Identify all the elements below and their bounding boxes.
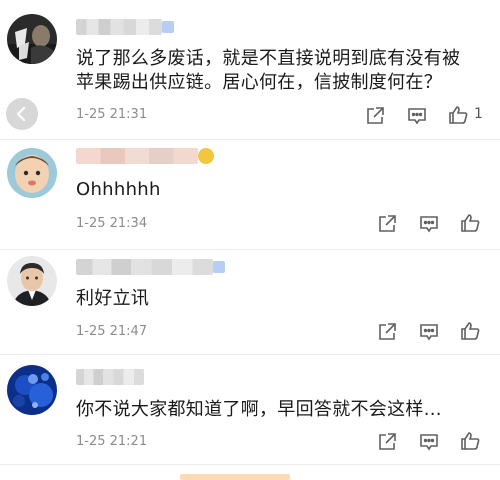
comment-time: 1-25 21:31 xyxy=(76,107,148,122)
share-icon[interactable] xyxy=(376,213,398,235)
share-icon[interactable] xyxy=(376,431,398,453)
like-count: 1 xyxy=(474,106,483,122)
comment-time: 1-25 21:21 xyxy=(76,434,148,449)
username[interactable] xyxy=(76,369,144,385)
comment-item: 说了那么多废话，就是不直接说明到底有没有被苹果踢出供应链。居心何在，信披制度何在… xyxy=(0,0,500,140)
comment-icon[interactable] xyxy=(418,213,440,235)
comment-time: 1-25 21:47 xyxy=(76,324,148,339)
user-badge xyxy=(162,21,174,33)
thumbs-up-icon[interactable] xyxy=(447,104,469,126)
comment-icon[interactable] xyxy=(418,321,440,343)
comment-time: 1-25 21:34 xyxy=(76,216,148,231)
username[interactable] xyxy=(76,19,174,35)
comment-icon[interactable] xyxy=(406,105,428,127)
chevron-left-icon xyxy=(16,106,26,122)
comment-text: 你不说大家都知道了啊，早回答就不会这样... xyxy=(76,399,442,420)
back-button[interactable] xyxy=(6,98,38,130)
comment-item: Ohhhhhh 1-25 21:34 xyxy=(0,140,500,250)
thumbs-up-icon[interactable] xyxy=(459,212,481,234)
load-more-peek[interactable] xyxy=(180,474,290,480)
comment-text: 说了那么多废话，就是不直接说明到底有没有被苹果踢出供应链。居心何在，信披制度何在… xyxy=(76,48,461,93)
user-badge xyxy=(213,261,225,273)
comment-item: 你不说大家都知道了啊，早回答就不会这样... 1-25 21:21 xyxy=(0,355,500,465)
avatar[interactable] xyxy=(7,365,57,415)
comment-item: 利好立讯 1-25 21:47 xyxy=(0,250,500,355)
username[interactable] xyxy=(76,259,225,275)
emoji-icon xyxy=(198,148,214,164)
share-icon[interactable] xyxy=(376,321,398,343)
thumbs-up-icon[interactable] xyxy=(459,430,481,452)
avatar[interactable] xyxy=(7,256,57,306)
comment-text: 利好立讯 xyxy=(76,288,150,309)
avatar[interactable] xyxy=(7,148,57,198)
thumbs-up-icon[interactable] xyxy=(459,320,481,342)
username[interactable] xyxy=(76,148,214,164)
comment-icon[interactable] xyxy=(418,431,440,453)
share-icon[interactable] xyxy=(364,105,386,127)
comment-text: Ohhhhhh xyxy=(76,179,161,200)
avatar[interactable] xyxy=(7,14,57,64)
